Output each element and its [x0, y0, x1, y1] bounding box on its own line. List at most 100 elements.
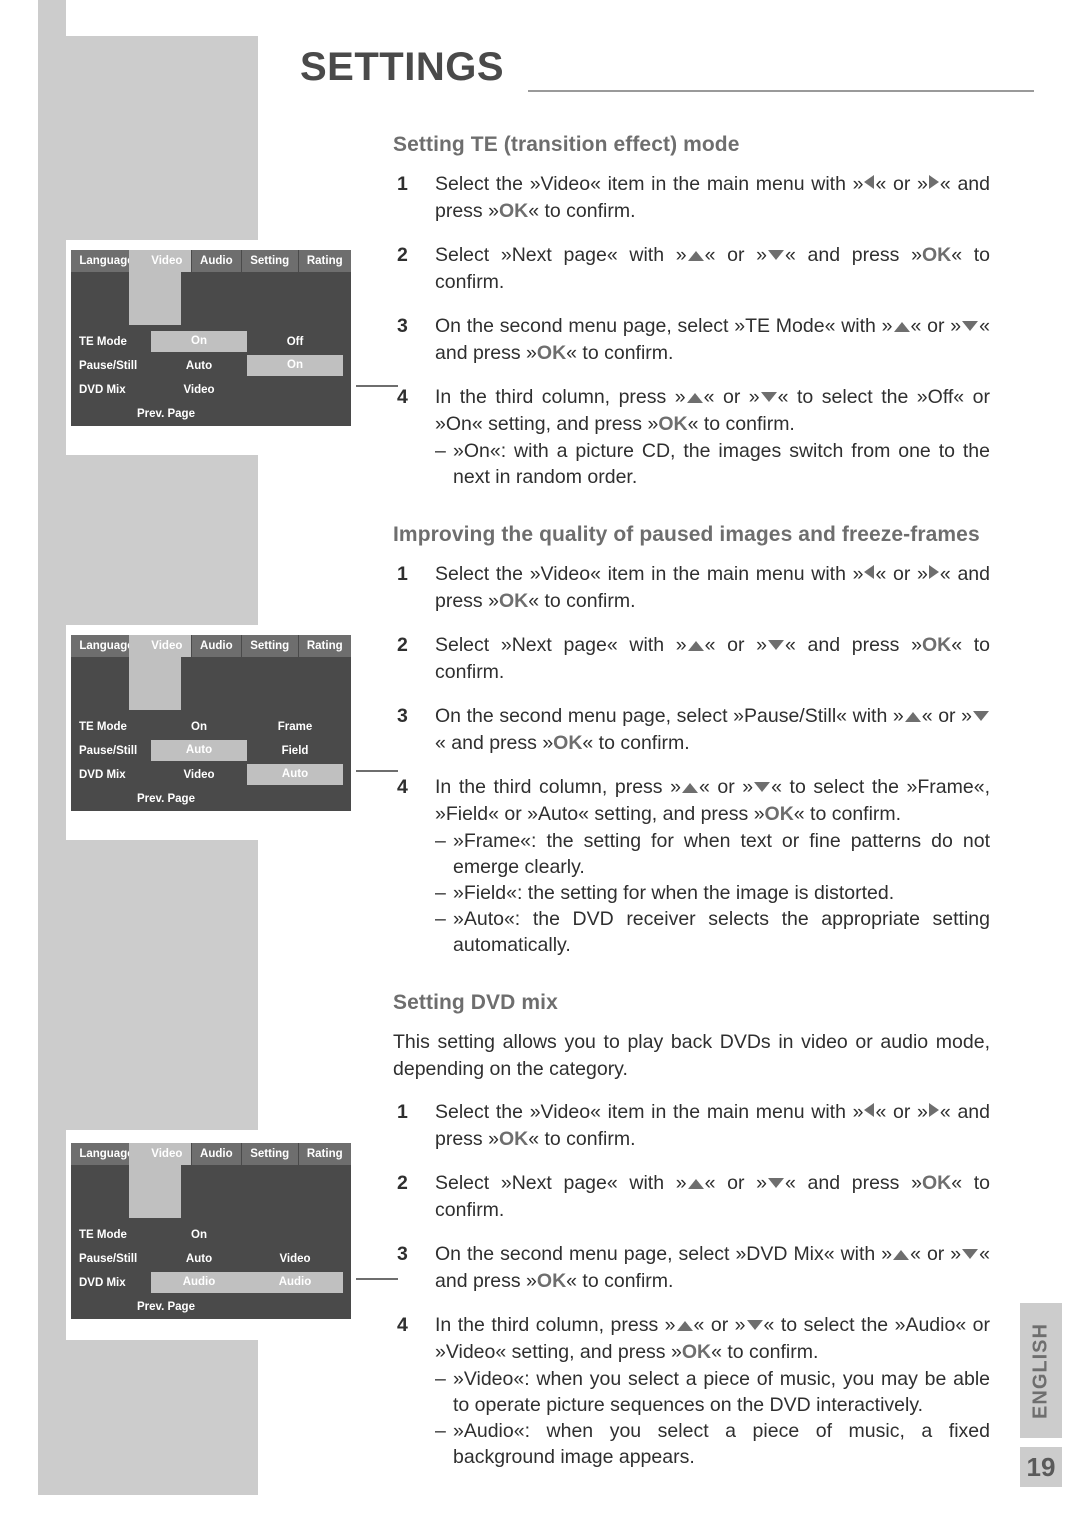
- step-text: Select the »Video« item in the main menu…: [435, 1101, 990, 1150]
- osd-tab-setting[interactable]: Setting: [241, 250, 299, 272]
- step-number: 2: [397, 244, 408, 266]
- osd-tab-video[interactable]: Video: [142, 1143, 192, 1165]
- osd-row-value[interactable]: On: [151, 1223, 247, 1247]
- osd-tab-audio[interactable]: Audio: [191, 250, 242, 272]
- step-text: In the third column, press » « or » « to s…: [435, 1314, 990, 1363]
- step-number: 3: [397, 315, 408, 337]
- osd-tab-audio[interactable]: Audio: [191, 1143, 242, 1165]
- step-text: On the second menu page, select »DVD Mix…: [435, 1243, 990, 1292]
- step-number: 2: [397, 634, 408, 656]
- step-item: 1 Select the »Video« item in the main men…: [393, 561, 990, 615]
- step-text: In the third column, press » « or » « to s…: [435, 386, 990, 435]
- arrow-up-icon: [681, 783, 698, 793]
- osd-row-option[interactable]: Audio: [247, 1272, 343, 1293]
- step-text: On the second menu page, select »Pause/S…: [435, 703, 990, 757]
- arrow-up-icon: [686, 393, 703, 403]
- osd-tab-rating[interactable]: Rating: [298, 635, 351, 657]
- language-tab-label: ENGLISH: [1029, 1322, 1052, 1419]
- osd-row-value[interactable]: Video: [151, 378, 247, 402]
- arrow-right-icon: [928, 1103, 939, 1117]
- section-heading: Setting TE (transition effect) mode: [393, 133, 740, 156]
- step-number: 3: [397, 705, 408, 727]
- osd-row-option[interactable]: Field: [247, 739, 343, 763]
- osd-tab-rating[interactable]: Rating: [298, 1143, 351, 1165]
- arrow-down-icon: [962, 1249, 979, 1259]
- osd-callout-line: [356, 1278, 398, 1280]
- step-number: 4: [397, 776, 408, 798]
- osd-prev-page-button[interactable]: Prev. Page: [71, 1301, 261, 1313]
- osd-tab-video[interactable]: Video: [142, 635, 192, 657]
- osd-callout-line: [356, 770, 398, 772]
- osd-row-value[interactable]: Audio: [151, 1272, 247, 1293]
- arrow-down-icon: [746, 1320, 763, 1330]
- step-text: In the third column, press » « or » « to s…: [435, 776, 990, 825]
- step-text: Select »Next page« with » « or » « and pre…: [435, 634, 990, 683]
- osd-menu-2: Language Video Audio Setting Rating TE Mode On…: [66, 630, 356, 816]
- header-divider: [528, 90, 1034, 92]
- osd-tabbar: Language Video Audio Setting Rating: [71, 1143, 351, 1165]
- osd-tab-setting[interactable]: Setting: [241, 635, 299, 657]
- step-sub-list: »Video«: when you select a piece of musi…: [435, 1366, 990, 1470]
- osd-row: TE Mode On Off: [71, 330, 351, 354]
- main-content: Setting TE (transition effect) mode 1 Sele…: [393, 130, 990, 1470]
- osd-row: DVD Mix Audio Audio: [71, 1271, 351, 1295]
- left-gray-block-3: [38, 840, 258, 1130]
- osd-prev-page-button[interactable]: Prev. Page: [71, 408, 261, 420]
- step-text: Select the »Video« item in the main menu…: [435, 173, 990, 222]
- step-list: 1 Select the »Video« item in the main men…: [393, 1099, 990, 1470]
- step-item: 2 Select »Next page« with » « or » « and pr…: [393, 1170, 990, 1224]
- osd-row-option[interactable]: Frame: [247, 715, 343, 739]
- section-heading: Improving the quality of paused images a…: [393, 523, 980, 546]
- osd-row-value[interactable]: Auto: [151, 354, 247, 378]
- step-item: 4 In the third column, press » « or » « to …: [393, 774, 990, 958]
- osd-row: TE Mode On: [71, 1223, 351, 1247]
- arrow-down-icon: [760, 392, 777, 402]
- osd-row-option[interactable]: Off: [247, 330, 343, 354]
- arrow-left-icon: [864, 175, 875, 189]
- arrow-down-icon: [754, 782, 771, 792]
- arrow-right-icon: [928, 565, 939, 579]
- osd-panel: Language Video Audio Setting Rating TE Mode On…: [71, 250, 351, 426]
- osd-row-value[interactable]: Video: [151, 763, 247, 787]
- osd-tab-setting[interactable]: Setting: [241, 1143, 299, 1165]
- osd-row-label: Pause/Still: [79, 360, 138, 372]
- osd-tab-audio[interactable]: Audio: [191, 635, 242, 657]
- osd-menu-1: Language Video Audio Setting Rating TE Mode On…: [66, 245, 356, 431]
- step-sub-item: »Audio«: when you select a piece of musi…: [435, 1418, 990, 1470]
- arrow-up-icon: [893, 322, 910, 332]
- osd-tab-video[interactable]: Video: [142, 250, 192, 272]
- osd-row-label: TE Mode: [79, 1229, 127, 1241]
- ok-key-label: OK: [498, 1128, 529, 1150]
- step-item: 3 On the second menu page, select »DVD Mi…: [393, 1241, 990, 1295]
- step-text: On the second menu page, select »TE Mode…: [435, 315, 990, 364]
- ok-key-label: OK: [921, 634, 952, 656]
- left-gray-block-4: [38, 1340, 258, 1495]
- step-item: 3 On the second menu page, select »Pause/…: [393, 703, 990, 757]
- osd-prev-page-button[interactable]: Prev. Page: [71, 793, 261, 805]
- left-gray-block-1: [38, 36, 258, 240]
- ok-key-label: OK: [536, 1270, 567, 1292]
- ok-key-label: OK: [764, 803, 794, 825]
- step-item: 4 In the third column, press » « or » « to …: [393, 1312, 990, 1470]
- ok-key-label: OK: [658, 413, 688, 435]
- osd-row-option[interactable]: On: [247, 355, 343, 376]
- osd-row-option[interactable]: Video: [247, 1247, 343, 1271]
- step-number: 1: [397, 1101, 408, 1123]
- step-sub-item: »On«: with a picture CD, the images swit…: [435, 438, 990, 490]
- osd-row: Pause/Still Auto Field: [71, 739, 351, 763]
- osd-row-value[interactable]: Auto: [151, 740, 247, 761]
- osd-row-label: TE Mode: [79, 721, 127, 733]
- step-number: 4: [397, 1314, 408, 1336]
- osd-row-value[interactable]: On: [151, 331, 247, 352]
- osd-row-value[interactable]: On: [151, 715, 247, 739]
- osd-tabbar: Language Video Audio Setting Rating: [71, 635, 351, 657]
- osd-row-label: TE Mode: [79, 336, 127, 348]
- arrow-up-icon: [904, 712, 921, 722]
- arrow-left-icon: [864, 1103, 875, 1117]
- osd-row-option[interactable]: Auto: [247, 764, 343, 785]
- osd-tab-rating[interactable]: Rating: [298, 250, 351, 272]
- step-sub-item: »Field«: the setting for when the image …: [435, 880, 990, 906]
- osd-row-value[interactable]: Auto: [151, 1247, 247, 1271]
- arrow-up-icon: [687, 251, 704, 261]
- ok-key-label: OK: [536, 342, 567, 364]
